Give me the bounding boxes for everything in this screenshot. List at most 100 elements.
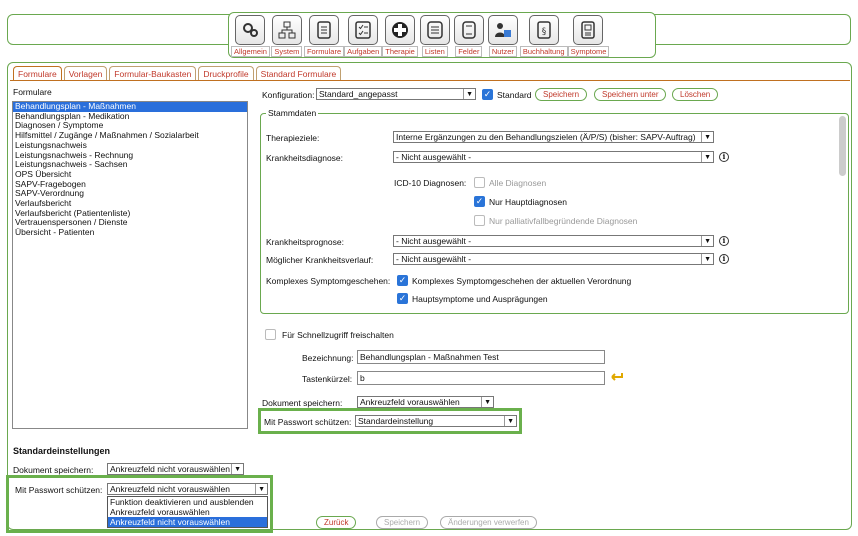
chevron-down-icon: ▼	[701, 132, 711, 142]
standard-label: Standard	[497, 90, 532, 100]
toolbar-item-label[interactable]: Felder	[455, 46, 483, 57]
krankheitsdiagnose-label: Krankheitsdiagnose:	[266, 153, 344, 163]
toolbar-item-felder[interactable]: Felder	[452, 15, 486, 57]
tastenkuerzel-label: Tastenkürzel:	[302, 374, 353, 384]
delete-button[interactable]: Löschen	[672, 88, 719, 101]
tasks-icon[interactable]	[348, 15, 379, 45]
toolbar-item-aufgaben[interactable]: Aufgaben	[344, 15, 383, 57]
tastenkuerzel-input[interactable]: b	[357, 371, 605, 385]
standard-checkbox[interactable]: ✓	[482, 89, 493, 100]
return-arrow-icon[interactable]	[608, 372, 624, 382]
tab-vorlagen[interactable]: Vorlagen	[63, 66, 108, 81]
chevron-down-icon: ▼	[231, 464, 241, 474]
std-doc-select[interactable]: Ankreuzfeld nicht vorauswählen ▼	[107, 463, 244, 475]
config-value: Standard_angepasst	[319, 89, 398, 99]
toolbar-item-listen[interactable]: Listen	[418, 15, 452, 57]
pw-select[interactable]: Standardeinstellung ▼	[355, 415, 517, 427]
bezeichnung-input[interactable]: Behandlungsplan - Maßnahmen Test	[357, 350, 605, 364]
tab-formulare[interactable]: Formulare	[13, 66, 62, 81]
symptoms-icon[interactable]	[573, 15, 604, 45]
therapieziele-select[interactable]: Interne Ergänzungen zu den Behandlungszi…	[393, 131, 714, 143]
chevron-down-icon: ▼	[481, 397, 491, 407]
icd-all-label: Alle Diagnosen	[489, 178, 547, 188]
toolbar-item-label[interactable]: Therapie	[382, 46, 418, 57]
network-icon[interactable]	[271, 15, 302, 45]
lists-icon[interactable]	[419, 15, 450, 45]
accounting-icon[interactable]: §	[528, 15, 559, 45]
discard-changes-button[interactable]: Änderungen verwerfen	[440, 516, 537, 529]
chevron-down-icon: ▼	[701, 236, 711, 246]
std-pw-dropdown[interactable]: Funktion deaktivieren und ausblenden Ank…	[107, 496, 268, 528]
icd-pall-label: Nur palliativfallbegründende Diagnosen	[489, 216, 638, 226]
fields-icon[interactable]	[453, 15, 484, 45]
scrollbar[interactable]	[839, 116, 846, 176]
info-icon[interactable]: i	[719, 236, 729, 246]
doc-save-select[interactable]: Ankreuzfeld vorauswählen ▼	[357, 396, 494, 408]
config-label: Konfiguration:	[262, 90, 315, 100]
komplex-opt2-checkbox[interactable]: ✓	[397, 293, 408, 304]
medical-cross-icon[interactable]	[385, 15, 416, 45]
footer-save-button[interactable]: Speichern	[376, 516, 429, 529]
doc-save-label: Dokument speichern:	[262, 398, 343, 408]
toolbar-item-label[interactable]: Buchhaltung	[519, 46, 568, 57]
tab-bar: Formulare Vorlagen Formular-Baukasten Dr…	[13, 66, 343, 81]
toolbar-item-nutzer[interactable]: Nutzer	[486, 15, 520, 57]
pw-label: Mit Passwort schützen:	[264, 417, 352, 427]
quick-access-checkbox[interactable]	[265, 329, 276, 340]
toolbar-item-label[interactable]: System	[271, 46, 303, 57]
svg-text:§: §	[541, 27, 546, 37]
dropdown-option[interactable]: Ankreuzfeld vorauswählen	[108, 507, 267, 517]
prognose-select[interactable]: - Nicht ausgewählt - ▼	[393, 235, 714, 247]
komplex-opt1-checkbox[interactable]: ✓	[397, 275, 408, 286]
std-pw-select[interactable]: Ankreuzfeld nicht vorauswählen ▼	[107, 483, 268, 495]
std-doc-value: Ankreuzfeld nicht vorauswählen	[110, 464, 231, 474]
toolbar-item-label[interactable]: Symptome	[567, 46, 610, 57]
chevron-down-icon: ▼	[701, 152, 711, 162]
therapieziele-label: Therapieziele:	[266, 133, 320, 143]
komplex-opt1-label: Komplexes Symptomgeschehen der aktuellen…	[412, 276, 632, 286]
info-icon[interactable]: i	[719, 254, 729, 264]
toolbar-item-symptome[interactable]: Symptome	[567, 15, 610, 57]
users-icon[interactable]	[487, 15, 518, 45]
info-icon[interactable]: i	[719, 152, 729, 162]
krankheitsdiagnose-select[interactable]: - Nicht ausgewählt - ▼	[393, 151, 714, 163]
tab-druckprofile[interactable]: Druckprofile	[198, 66, 254, 81]
tab-formular-baukasten[interactable]: Formular-Baukasten	[109, 66, 197, 81]
toolbar-item-therapie[interactable]: Therapie	[382, 15, 418, 57]
toolbar-item-label[interactable]: Listen	[421, 46, 448, 57]
komplex-opt2-label: Hauptsymptome und Ausprägungen	[412, 294, 548, 304]
toolbar-item-system[interactable]: System	[270, 15, 304, 57]
std-pw-label: Mit Passwort schützen:	[15, 485, 103, 495]
tab-underline	[10, 80, 850, 81]
toolbar-item-label[interactable]: Allgemein	[231, 46, 270, 57]
config-select[interactable]: Standard_angepasst ▼	[316, 88, 476, 100]
toolbar-item-label[interactable]: Formulare	[303, 46, 345, 57]
icd-pall-checkbox[interactable]	[474, 215, 485, 226]
std-settings-heading: Standardeinstellungen	[13, 446, 111, 456]
stammdaten-legend: Stammdaten	[266, 108, 319, 118]
toolbar-item-label[interactable]: Nutzer	[488, 46, 517, 57]
icd-all-checkbox[interactable]	[474, 177, 485, 188]
save-button[interactable]: Speichern	[535, 88, 588, 101]
tab-standard-formulare[interactable]: Standard Formulare	[255, 66, 342, 81]
toolbar-item-allgemein[interactable]: Allgemein	[231, 15, 270, 57]
list-item[interactable]: Übersicht - Patienten	[13, 227, 247, 238]
verlauf-select[interactable]: - Nicht ausgewählt - ▼	[393, 253, 714, 265]
icd-main-checkbox[interactable]: ✓	[474, 196, 485, 207]
forms-list[interactable]: Behandlungsplan - Maßnahmen Behandlungspl…	[12, 101, 248, 429]
toolbar-item-label[interactable]: Aufgaben	[344, 46, 383, 57]
save-as-button[interactable]: Speichern unter	[594, 88, 667, 101]
back-button[interactable]: Zurück	[316, 516, 357, 529]
pw-value: Standardeinstellung	[358, 416, 434, 426]
chevron-down-icon: ▼	[463, 89, 473, 99]
verlauf-label: Möglicher Krankheitsverlauf:	[266, 255, 374, 265]
forms-icon[interactable]	[309, 15, 340, 45]
bezeichnung-label: Bezeichnung:	[302, 353, 354, 363]
prognose-value: - Nicht ausgewählt -	[396, 236, 472, 246]
quick-access-label: Für Schnellzugriff freischalten	[282, 330, 394, 340]
dropdown-option[interactable]: Funktion deaktivieren und ausblenden	[108, 497, 267, 507]
gears-icon[interactable]	[235, 15, 266, 45]
dropdown-option-selected[interactable]: Ankreuzfeld nicht vorauswählen	[108, 517, 267, 527]
toolbar-item-formulare[interactable]: Formulare	[303, 15, 345, 57]
toolbar-item-buchhaltung[interactable]: § Buchhaltung	[519, 15, 568, 57]
